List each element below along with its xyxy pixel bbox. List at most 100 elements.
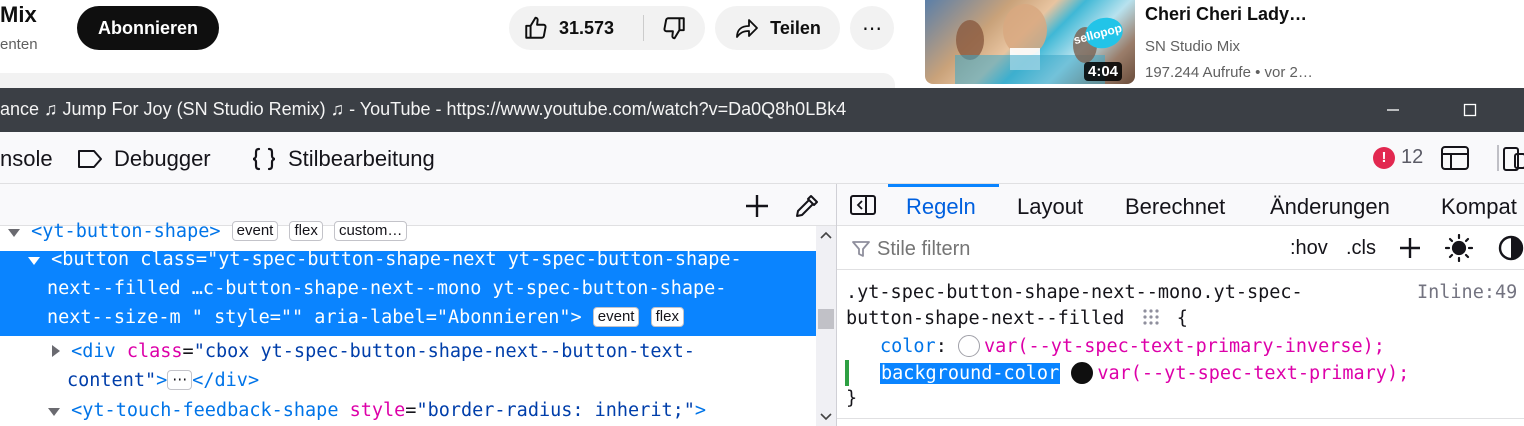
markup-node-yt-button-shape[interactable]: <yt-button-shape> event flex custom…	[8, 217, 408, 246]
markup-node-button-selected[interactable]: <button class="yt-spec-button-shape-next…	[0, 249, 816, 336]
rule-open-brace: {	[1176, 308, 1188, 329]
property-value[interactable]: var(--yt-spec-text-primary);	[1097, 363, 1409, 384]
markup-node-div-cbox[interactable]: <div class="cbox yt-spec-button-shape-ne…	[52, 337, 695, 366]
property-name-selected[interactable]: background-color	[880, 363, 1061, 384]
rule-source-link[interactable]: Inline:49	[1417, 282, 1517, 303]
event-badge[interactable]: event	[231, 221, 279, 241]
filter-funnel-icon	[852, 241, 870, 257]
share-label: Teilen	[770, 17, 821, 38]
selected-node-line-2: next--filled …c-button-shape-next--mono …	[47, 278, 727, 299]
recommended-video-channel[interactable]: SN Studio Mix	[1145, 38, 1240, 55]
tab-rules[interactable]: Regeln	[906, 194, 976, 220]
color-swatch[interactable]	[957, 335, 980, 357]
channel-subscriber-count: enten	[0, 36, 38, 53]
like-dislike-group: 31.573	[509, 6, 705, 50]
event-badge[interactable]: event	[592, 307, 640, 327]
declaration-color[interactable]: color: var(--yt-spec-text-primary-invers…	[880, 335, 1385, 357]
markup-node-yt-touch-feedback-shape[interactable]: <yt-touch-feedback-shape style="border-r…	[48, 396, 706, 425]
tab-style-editor-label: Stilbearbeitung	[288, 146, 435, 171]
class-toggle[interactable]: .cls	[1346, 237, 1376, 260]
styles-filter-input[interactable]	[877, 238, 1097, 261]
recommended-video-title[interactable]: Cheri Cheri Lady…	[1145, 4, 1307, 25]
collapsed-children-badge[interactable]: ⋯	[167, 370, 193, 390]
window-titlebar[interactable]: ance ♫ Jump For Joy (SN Studio Remix) ♫ …	[0, 88, 1524, 132]
property-value[interactable]: var(--yt-spec-text-primary-inverse);	[984, 336, 1385, 357]
like-count: 31.573	[559, 17, 615, 38]
collapse-arrow-icon[interactable]	[28, 257, 40, 265]
tab-debugger[interactable]: Debugger	[76, 146, 211, 172]
recommended-video-meta: 197.244 Aufrufe • vor 2…	[1145, 64, 1313, 81]
color-swatch[interactable]	[1071, 362, 1094, 384]
share-arrow-icon	[736, 19, 759, 38]
rule-selector-line-1[interactable]: .yt-spec-button-shape-next--mono.yt-spec…	[846, 282, 1303, 303]
more-actions-button[interactable]: ⋯	[850, 6, 894, 50]
collapse-arrow-icon[interactable]	[48, 408, 60, 416]
tab-console-label: nsole	[0, 146, 53, 171]
more-horizontal-icon: ⋯	[862, 17, 882, 40]
error-counter[interactable]: ! 12	[1373, 146, 1423, 169]
eyedropper-button[interactable]	[794, 193, 820, 224]
light-color-scheme-button[interactable]	[1444, 233, 1474, 267]
channel-name[interactable]: Mix	[0, 2, 37, 28]
markup-view: <yt-button-shape> event flex custom… <bu…	[0, 184, 836, 426]
active-tab-indicator	[888, 184, 999, 187]
rule-close-brace: }	[846, 388, 858, 409]
toggle-sidebar-button[interactable]	[849, 194, 877, 221]
grid-highlighter-icon[interactable]	[1142, 308, 1160, 326]
debugger-icon	[78, 150, 102, 168]
attribute-value: "border-radius: inherit;"	[416, 400, 695, 421]
hover-state-toggle[interactable]: :hov	[1290, 237, 1328, 260]
sun-icon	[1444, 233, 1474, 263]
layout-panel-icon	[1441, 146, 1469, 170]
markup-node-div-cbox-line-2: content"> ⋯ </div>	[67, 366, 259, 395]
share-button[interactable]: Teilen	[715, 6, 840, 50]
devtools-toolbar: nsole Debugger Stilbearbeitung ! 12	[0, 132, 1524, 184]
tab-compatibility[interactable]: Kompat	[1441, 194, 1517, 220]
like-button[interactable]: 31.573	[509, 6, 643, 50]
thumbs-down-icon	[663, 17, 685, 40]
split-console-button[interactable]	[1440, 144, 1470, 177]
flex-badge[interactable]: flex	[289, 221, 323, 241]
dark-color-scheme-button[interactable]	[1497, 234, 1524, 267]
minimize-icon	[1387, 109, 1399, 111]
tab-style-editor[interactable]: Stilbearbeitung	[250, 146, 435, 172]
scroll-down-icon[interactable]	[820, 412, 832, 422]
selected-node-text-1: <button class="yt-spec-button-shape-next…	[51, 249, 742, 270]
scroll-up-icon[interactable]	[820, 230, 832, 240]
minimize-button[interactable]	[1370, 88, 1416, 132]
collapse-arrow-icon[interactable]	[8, 229, 20, 237]
node-tag: >	[156, 370, 168, 391]
rules-sidebar: Regeln Layout Berechnet Änderungen Kompa…	[836, 184, 1524, 426]
tab-computed[interactable]: Berechnet	[1125, 194, 1225, 220]
maximize-button[interactable]	[1447, 88, 1493, 132]
tab-console[interactable]: nsole	[0, 146, 53, 172]
plus-icon	[1400, 238, 1420, 258]
tab-layout[interactable]: Layout	[1017, 194, 1083, 220]
rule-selector-line-2: button-shape-next--filled {	[846, 308, 1188, 329]
sidebar-tabs: Regeln Layout Berechnet Änderungen Kompa…	[837, 184, 1524, 226]
attribute-name: style	[349, 400, 406, 421]
tab-changes[interactable]: Änderungen	[1270, 194, 1390, 220]
error-icon: !	[1373, 146, 1395, 169]
eyedropper-icon	[796, 195, 818, 217]
add-node-button[interactable]	[744, 193, 770, 224]
declaration-background-color[interactable]: background-color var(--yt-spec-text-prim…	[880, 362, 1409, 384]
responsive-design-button[interactable]	[1495, 144, 1524, 177]
custom-element-badge[interactable]: custom…	[333, 221, 408, 241]
rule-selector-text[interactable]: button-shape-next--filled	[846, 308, 1124, 329]
plus-icon	[746, 195, 768, 217]
attribute-value: content"	[67, 370, 157, 391]
maximize-icon	[1463, 103, 1477, 117]
subscribe-button[interactable]: Abonnieren	[77, 6, 219, 50]
flex-badge[interactable]: flex	[650, 307, 684, 327]
thumbs-up-icon	[525, 16, 547, 39]
dislike-button[interactable]	[644, 6, 704, 50]
rules-filter-bar: :hov .cls	[837, 226, 1524, 270]
rule-divider	[837, 418, 1524, 419]
add-rule-button[interactable]	[1398, 236, 1422, 265]
markup-scroll-thumb[interactable]	[818, 309, 834, 329]
error-count: 12	[1401, 146, 1424, 168]
expand-arrow-icon[interactable]	[52, 345, 60, 357]
style-editor-braces-icon	[252, 147, 276, 171]
property-name[interactable]: color	[880, 336, 936, 357]
